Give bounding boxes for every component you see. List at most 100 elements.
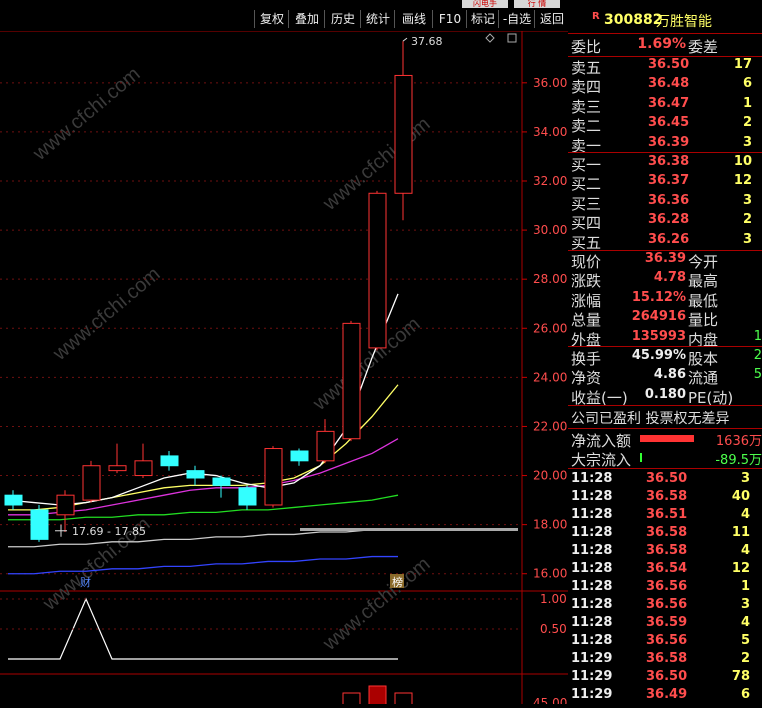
toolbar-btn-2[interactable]: 历史 bbox=[324, 10, 361, 28]
ask-row[interactable]: 卖二 36.45 2 bbox=[568, 115, 762, 136]
fund-label2: 流通 bbox=[688, 369, 719, 388]
toolbar-btn-0[interactable]: 复权 bbox=[254, 10, 289, 28]
ask-row[interactable]: 卖五 36.50 17 bbox=[568, 57, 762, 77]
candle-body[interactable] bbox=[368, 192, 387, 349]
bid-price: 36.26 bbox=[648, 231, 690, 247]
candle-body[interactable] bbox=[212, 477, 231, 486]
candle-body[interactable] bbox=[108, 465, 127, 472]
ask-row[interactable]: 卖一 36.39 3 bbox=[568, 134, 762, 155]
ask-row[interactable]: 卖三 36.47 1 bbox=[568, 96, 762, 116]
top-tab-0[interactable]: 闪电手 bbox=[462, 0, 508, 8]
y-tick-label: 32.00 bbox=[533, 174, 567, 188]
toolbar-btn-8[interactable]: 返回 bbox=[534, 10, 569, 28]
kline-chart[interactable]: www.cfchi.com www.cfchi.comwww.cfchi.com w… bbox=[0, 30, 568, 708]
candle-body[interactable] bbox=[4, 494, 23, 506]
bid-price: 36.28 bbox=[648, 212, 690, 228]
bid-row[interactable]: 买二 36.37 12 bbox=[568, 173, 762, 193]
bid-volume: 12 bbox=[733, 173, 752, 189]
ma-line-blue bbox=[8, 555, 398, 575]
candle-body[interactable] bbox=[316, 430, 335, 462]
tick-volume: 78 bbox=[731, 669, 750, 684]
bid-volume: 3 bbox=[742, 231, 752, 247]
quote-row: 现价 36.39 今开 bbox=[568, 251, 762, 271]
tick-time: 11:29 bbox=[571, 687, 613, 702]
tick-time: 11:28 bbox=[571, 615, 613, 630]
square-icon[interactable] bbox=[507, 33, 517, 43]
tick-volume: 6 bbox=[740, 687, 750, 702]
candle-body[interactable] bbox=[238, 487, 257, 506]
candle-body[interactable] bbox=[264, 448, 283, 506]
fund-value: 45.99% bbox=[631, 348, 686, 363]
kline-chart-area[interactable]: www.cfchi.com www.cfchi.com www.cfchi.com w… bbox=[0, 30, 568, 708]
ma-line-yellow bbox=[8, 384, 399, 511]
tick-price: 36.50 bbox=[646, 471, 688, 486]
quote-row: 涨跌 4.78 最高 bbox=[568, 270, 762, 291]
diamond-icon[interactable] bbox=[485, 33, 495, 43]
quote-label: 涨跌 bbox=[571, 272, 602, 291]
candle-body[interactable] bbox=[394, 74, 413, 194]
candle-body[interactable] bbox=[82, 465, 101, 501]
bid-row[interactable]: 买四 36.28 2 bbox=[568, 212, 762, 232]
ask-label: 卖二 bbox=[571, 117, 602, 136]
chart-marker[interactable]: 榜 bbox=[392, 575, 403, 589]
toolbar-btn-4[interactable]: 画线 bbox=[394, 10, 433, 28]
flow-value: -89.5万 bbox=[715, 453, 762, 468]
quote-value: 135993 bbox=[631, 328, 686, 344]
high-label: 37.68 bbox=[411, 35, 443, 48]
bid-row[interactable]: 买三 36.36 3 bbox=[568, 193, 762, 213]
tick-time: 11:28 bbox=[571, 489, 613, 504]
watermark-text: www.cfchi.com bbox=[28, 63, 144, 166]
tick-price: 36.50 bbox=[646, 669, 688, 684]
y-tick-label: 36.00 bbox=[533, 76, 567, 90]
quote-value: 4.78 bbox=[653, 270, 686, 286]
candle-body[interactable] bbox=[56, 494, 75, 516]
fund-label2: 股本 bbox=[688, 350, 719, 368]
tick-price: 36.51 bbox=[646, 507, 688, 522]
chart-marker[interactable]: 财 bbox=[80, 575, 91, 589]
candle-body[interactable] bbox=[160, 455, 179, 467]
toolbar-btn-3[interactable]: 统计 bbox=[360, 10, 395, 28]
toolbar-btn-7[interactable]: -自选 bbox=[498, 10, 535, 28]
tick-row: 11:28 36.56 1 bbox=[568, 579, 762, 597]
fund-row: 换手 45.99% 股本 2 bbox=[568, 348, 762, 368]
candle-body[interactable] bbox=[290, 450, 309, 462]
ask-price: 36.45 bbox=[648, 115, 690, 131]
tick-price: 36.58 bbox=[646, 543, 688, 558]
tick-time: 11:29 bbox=[571, 669, 613, 684]
ask-label: 卖五 bbox=[571, 59, 602, 77]
flow-bar bbox=[640, 453, 642, 462]
tick-row: 11:28 36.54 12 bbox=[568, 561, 762, 579]
ask-volume: 3 bbox=[742, 134, 752, 150]
candle-body[interactable] bbox=[30, 509, 49, 540]
bid-row[interactable]: 买五 36.26 3 bbox=[568, 231, 762, 252]
tick-row: 11:28 36.50 3 bbox=[568, 471, 762, 489]
candle-body[interactable] bbox=[134, 460, 153, 477]
toolbar-btn-6[interactable]: 标记 bbox=[466, 10, 499, 28]
quote-label2: 量比 bbox=[688, 311, 719, 330]
high-pointer bbox=[402, 37, 408, 42]
tick-volume: 4 bbox=[740, 507, 750, 522]
watermark-text: www.cfchi.com bbox=[318, 553, 434, 656]
stock-code: 300882 bbox=[604, 12, 663, 28]
bid-row[interactable]: 买一 36.38 10 bbox=[568, 154, 762, 174]
tick-price: 36.56 bbox=[646, 579, 688, 594]
tick-time: 11:28 bbox=[571, 597, 613, 612]
candle-body[interactable] bbox=[342, 322, 361, 440]
low-label: 17.69 - 17.85 bbox=[72, 525, 146, 538]
candle-body[interactable] bbox=[186, 470, 205, 479]
tick-volume: 3 bbox=[740, 471, 750, 486]
tick-volume: 40 bbox=[731, 489, 750, 504]
toolbar-btn-1[interactable]: 叠加 bbox=[288, 10, 325, 28]
fund-value2: 5 bbox=[753, 367, 762, 383]
ask-volume: 6 bbox=[742, 76, 752, 92]
indicator-tick-label: 0.50 bbox=[540, 622, 567, 636]
tick-volume: 12 bbox=[731, 561, 750, 576]
top-tab-1[interactable]: 行 情 bbox=[514, 0, 560, 8]
ask-row[interactable]: 卖四 36.48 6 bbox=[568, 76, 762, 96]
flow-row: 净流入额 1636万 bbox=[568, 430, 762, 450]
bid-label: 买一 bbox=[571, 156, 602, 174]
tick-price: 36.56 bbox=[646, 597, 688, 612]
toolbar-btn-5[interactable]: F10 bbox=[432, 10, 467, 28]
volume-bar bbox=[368, 685, 387, 707]
y-tick-label: 34.00 bbox=[533, 125, 567, 139]
